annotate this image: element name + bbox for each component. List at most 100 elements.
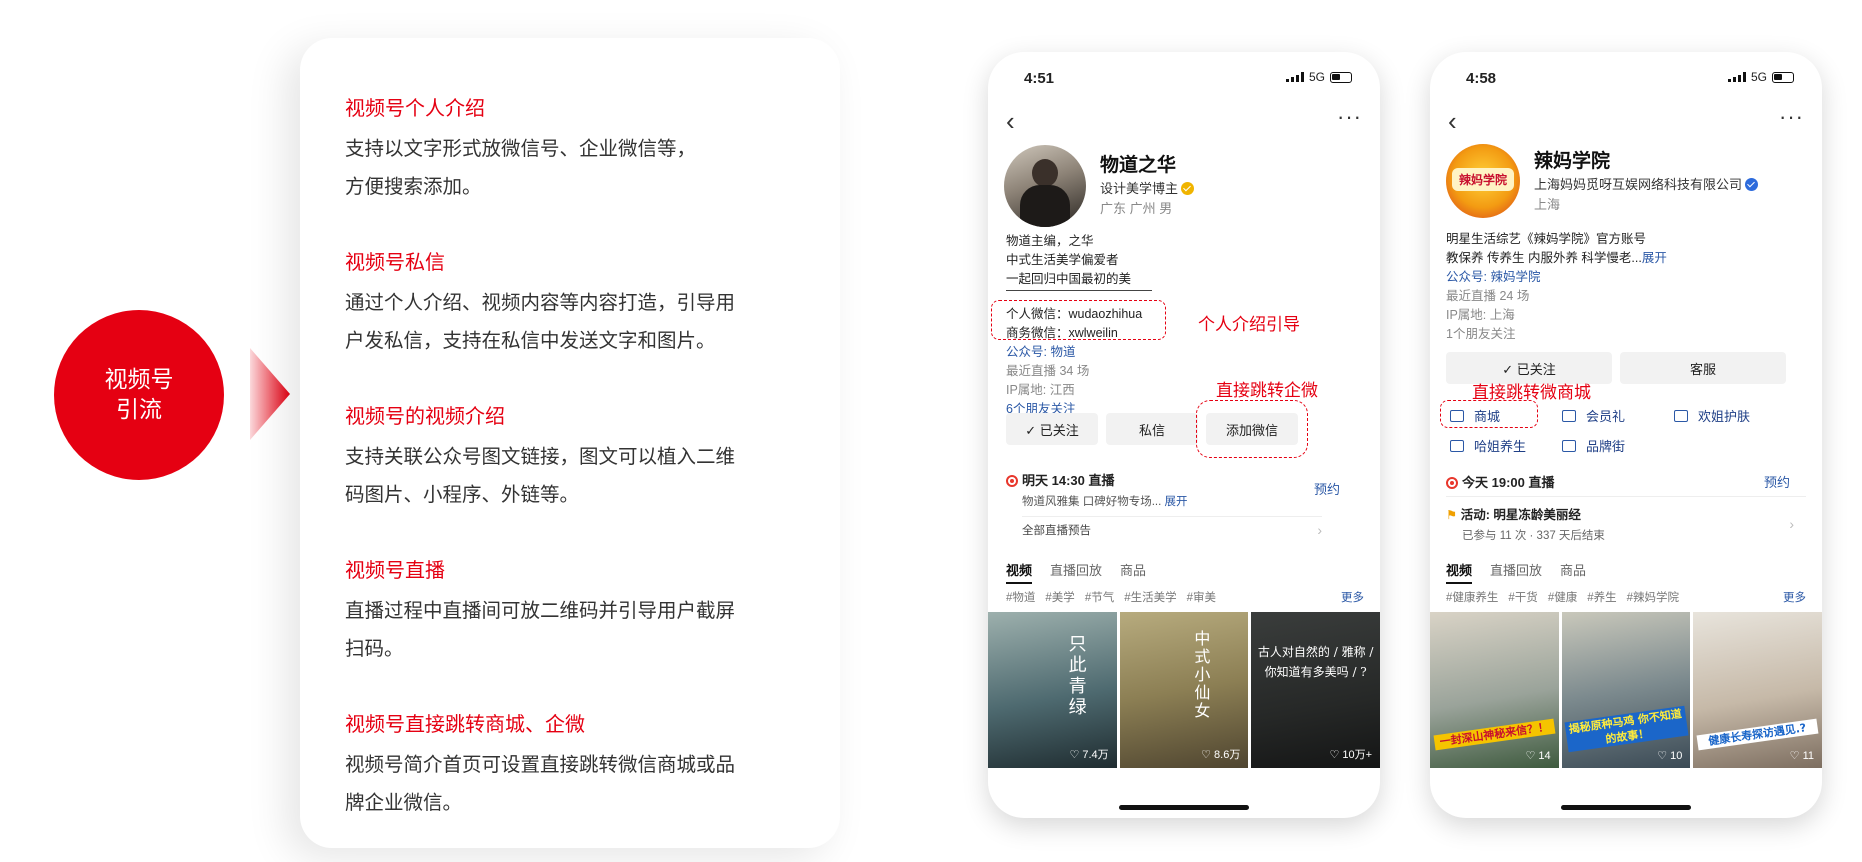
annotation-jump-qiwei: 直接跳转企微	[1216, 381, 1318, 400]
message-button[interactable]: 私信	[1106, 413, 1198, 445]
tag[interactable]: #健康养生	[1446, 589, 1498, 605]
tag[interactable]: #节气	[1085, 589, 1114, 605]
activity-title: 活动: 明星冻龄美丽经	[1460, 508, 1581, 522]
more-tags-link[interactable]: 更多	[1783, 589, 1806, 605]
tag-list: #物道 #美学 #节气 #生活美学 #审美	[1006, 589, 1216, 605]
tab-videos[interactable]: 视频	[1446, 560, 1473, 584]
brand-logo[interactable]: 辣妈学院	[1446, 144, 1520, 218]
activity-meta: 已参与 11 次 · 337 天后结束	[1462, 530, 1605, 542]
ip-location: IP属地: 上海	[1446, 308, 1515, 322]
friends-following: 1个朋友关注	[1446, 327, 1516, 341]
tag[interactable]: #物道	[1006, 589, 1035, 605]
section-title: 视频号直播	[345, 558, 445, 582]
video-thumb[interactable]: 中式小仙女 ♡ 8.6万	[1119, 612, 1249, 768]
signal-icon	[1727, 72, 1746, 82]
video-thumb[interactable]: 健康长寿探访遇见.? ♡ 11	[1693, 612, 1822, 768]
all-live-previews[interactable]: 全部直播预告 ›	[1022, 522, 1322, 538]
live-icon	[1006, 475, 1018, 487]
section-line: 扫码。	[345, 637, 404, 660]
shop-item-label: 会员礼	[1586, 409, 1626, 424]
status-time: 4:51	[1024, 70, 1055, 87]
bio-line: 教保养 传养生 内服外养 科学慢老...	[1446, 251, 1642, 265]
video-likes: ♡ 8.6万	[1201, 749, 1241, 761]
tag[interactable]: #生活美学	[1124, 589, 1176, 605]
network-label: 5G	[1308, 70, 1325, 84]
avatar[interactable]	[1004, 145, 1086, 227]
section-line: 码图片、小程序、外链等。	[345, 483, 580, 506]
video-thumb[interactable]: 一封深山神秘来信？！ ♡ 14	[1430, 612, 1559, 768]
live-preview[interactable]: 明天 14:30 直播 物道风雅集 口碑好物专场... 展开 预约	[1006, 470, 1356, 509]
section-title: 视频号的视频介绍	[345, 404, 505, 428]
video-thumb-text: 健康长寿探访遇见.?	[1696, 718, 1819, 751]
section-line: 支持关联公众号图文链接，图文可以植入二维	[345, 445, 736, 468]
shop-icon	[1562, 439, 1576, 452]
video-thumb[interactable]: 揭秘原种马鸡 你不知道的故事！ ♡ 10	[1561, 612, 1691, 768]
recent-live: 最近直播 34 场	[1006, 364, 1090, 378]
section-line: 方便搜索添加。	[345, 175, 482, 198]
video-thumb-text: 古人对自然的 / 雅称 / 你知道有多美吗 / ?	[1257, 645, 1374, 679]
profile-name: 物道之华	[1100, 155, 1177, 176]
content-tabs: 视频 直播回放 商品	[1446, 560, 1586, 584]
section-title: 视频号私信	[345, 250, 445, 274]
live-expand-link[interactable]: 展开	[1164, 496, 1187, 508]
live-reserve-button[interactable]: 预约	[1764, 472, 1790, 491]
shop-item-health[interactable]: 哈姐养生	[1450, 436, 1526, 455]
shop-item-label: 哈姐养生	[1474, 439, 1527, 454]
battery-icon	[1330, 71, 1352, 83]
more-icon[interactable]: ···	[1779, 104, 1804, 130]
tab-products[interactable]: 商品	[1120, 560, 1146, 584]
live-title: 明天 14:30 直播	[1022, 473, 1115, 488]
official-account-link[interactable]: 公众号: 辣妈学院	[1446, 268, 1806, 287]
annotation-intro-guide: 个人介绍引导	[1198, 315, 1300, 334]
section-line: 直播过程中直播间可放二维码并引导用户截屏	[345, 599, 736, 622]
tag[interactable]: #审美	[1187, 589, 1216, 605]
tag[interactable]: #养生	[1587, 589, 1616, 605]
tag[interactable]: #健康	[1548, 589, 1577, 605]
tab-live-replay[interactable]: 直播回放	[1490, 560, 1542, 584]
phone-screenshot-lama: 4:58 5G ‹ ··· 辣妈学院 辣妈学院 上海妈妈觅呀互娱网络科技有限公司…	[1430, 52, 1822, 818]
profile-company: 上海妈妈觅呀互娱网络科技有限公司	[1534, 177, 1743, 192]
highlight-box-qiwei	[1196, 400, 1308, 458]
phone-screenshot-wudao: 4:51 5G ‹ ··· 物道之华 设计美学博主 广东 广州 男 物道主编，之…	[988, 52, 1380, 818]
section-line: 牌企业微信。	[345, 791, 463, 814]
section-personal-intro: 视频号个人介绍 支持以文字形式放微信号、企业微信等， 方便搜索添加。	[345, 94, 815, 206]
video-grid: 一封深山神秘来信？！ ♡ 14 揭秘原种马鸡 你不知道的故事！ ♡ 10 健康长…	[1430, 612, 1822, 768]
verified-badge-icon	[1181, 182, 1195, 195]
video-thumb[interactable]: 只此青绿 ♡ 7.4万	[988, 612, 1117, 768]
tag[interactable]: #辣妈学院	[1627, 589, 1679, 605]
bio-line: 一起回归中国最初的美	[1006, 272, 1132, 286]
flag-icon: ⚑	[1446, 508, 1458, 522]
live-preview[interactable]: 今天 19:00 直播 预约	[1446, 472, 1806, 491]
shop-item-member-gift[interactable]: 会员礼	[1562, 406, 1625, 425]
shop-item-label: 品牌街	[1586, 439, 1626, 454]
wechat-business: 商务微信：xwlweilin	[1006, 326, 1118, 340]
video-thumb[interactable]: 古人对自然的 / 雅称 / 你知道有多美吗 / ? ♡ 10万+	[1251, 612, 1380, 768]
profile-location: 上海	[1534, 197, 1561, 212]
shop-item-brand-street[interactable]: 品牌街	[1562, 436, 1625, 455]
more-tags-link[interactable]: 更多	[1341, 589, 1364, 605]
bio-expand-link[interactable]: 展开	[1642, 251, 1667, 265]
live-reserve-button[interactable]: 预约	[1314, 479, 1340, 498]
official-account-link[interactable]: 公众号: 物道	[1006, 343, 1089, 362]
followed-button[interactable]: ✓ 已关注	[1006, 413, 1098, 445]
back-icon[interactable]: ‹	[1006, 108, 1015, 134]
back-icon[interactable]: ‹	[1448, 108, 1457, 134]
more-icon[interactable]: ···	[1337, 104, 1362, 130]
arrow-right-icon	[250, 348, 290, 440]
home-indicator	[1561, 805, 1691, 810]
tag[interactable]: #干货	[1508, 589, 1537, 605]
tag[interactable]: #美学	[1045, 589, 1074, 605]
activity-row[interactable]: ⚑ 活动: 明星冻龄美丽经 已参与 11 次 · 337 天后结束 ›	[1446, 504, 1806, 543]
logo-text: 辣妈学院	[1452, 168, 1514, 191]
tab-videos[interactable]: 视频	[1006, 560, 1033, 584]
shop-item-mall[interactable]: 商城	[1450, 406, 1500, 425]
bag-icon	[1450, 439, 1464, 452]
tab-live-replay[interactable]: 直播回放	[1050, 560, 1102, 584]
customer-service-button[interactable]: 客服	[1620, 352, 1786, 384]
section-line: 通过个人介绍、视频内容等内容打造，引导用	[345, 291, 736, 314]
shop-item-skincare[interactable]: 欢姐护肤	[1674, 406, 1750, 425]
status-bar: 5G	[1285, 70, 1352, 84]
all-live-label: 全部直播预告	[1022, 525, 1091, 537]
tab-products[interactable]: 商品	[1560, 560, 1586, 584]
content-tabs: 视频 直播回放 商品	[1006, 560, 1146, 584]
